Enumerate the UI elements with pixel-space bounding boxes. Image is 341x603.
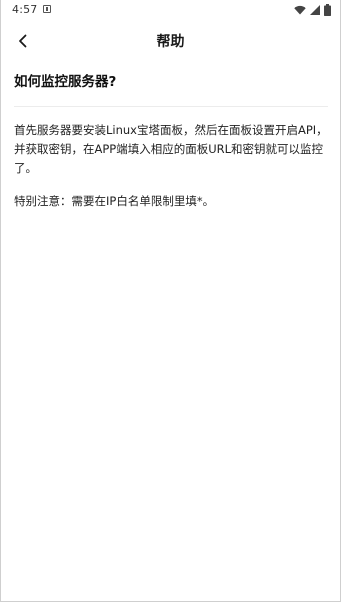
cell-signal-icon — [310, 4, 320, 15]
faq-note: 特别注意：需要在IP白名单限制里填*。 — [14, 194, 215, 208]
status-icons — [294, 3, 331, 16]
help-content: 如何监控服务器? 首先服务器要安装Linux宝塔面板，然后在面板设置开启API，… — [14, 72, 328, 211]
battery-icon — [324, 3, 331, 16]
page-title: 帮助 — [156, 34, 185, 50]
wifi-icon — [294, 5, 306, 14]
image-notification-icon — [43, 5, 51, 13]
status-bar: 4:57 — [0, 0, 341, 20]
app-bar: 帮助 — [0, 22, 341, 60]
status-time: 4:57 — [12, 3, 38, 16]
faq-answer: 首先服务器要安装Linux宝塔面板，然后在面板设置开启API，并获取密钥，在AP… — [14, 123, 328, 175]
faq-question: 如何监控服务器? — [14, 72, 328, 107]
